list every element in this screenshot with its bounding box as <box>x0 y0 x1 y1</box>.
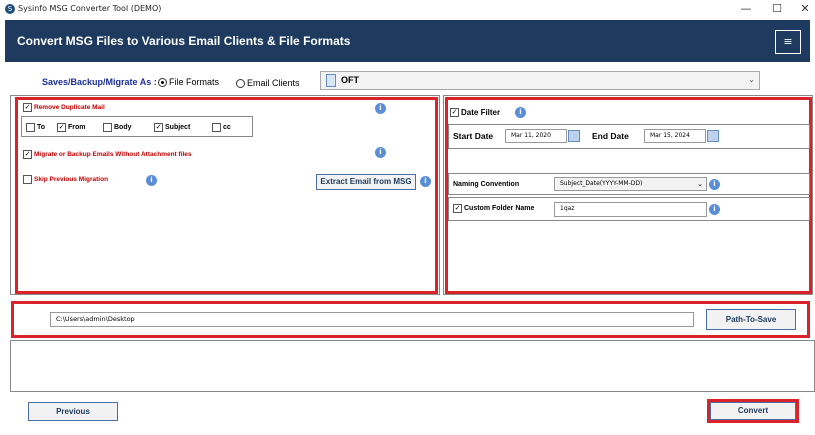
info-icon[interactable]: i <box>709 204 720 215</box>
path-input[interactable]: C:\Users\admin\Desktop <box>50 312 694 327</box>
start-date-input[interactable]: Mar 11, 2020 <box>505 129 567 143</box>
file-icon <box>326 74 336 87</box>
remove-duplicate-checkbox[interactable]: ✓ <box>23 103 32 112</box>
field-body-label: Body <box>114 124 132 131</box>
app-logo-icon: S <box>5 4 15 14</box>
info-icon[interactable]: i <box>375 103 386 114</box>
file-formats-label[interactable]: File Formats <box>169 77 219 87</box>
calendar-icon[interactable] <box>568 130 580 142</box>
skip-previous-label: Skip Previous Migration <box>34 176 109 183</box>
menu-icon: ≡ <box>783 35 793 48</box>
app-header: Convert MSG Files to Various Email Clien… <box>5 20 810 62</box>
hamburger-menu-button[interactable]: ≡ <box>775 30 801 54</box>
migrate-without-attachment-checkbox[interactable]: ✓ <box>23 150 32 159</box>
remove-duplicate-label: Remove Duplicate Mail <box>34 104 105 111</box>
chevron-down-icon: ⌄ <box>697 180 703 188</box>
info-icon[interactable]: i <box>515 107 526 118</box>
field-body-checkbox[interactable] <box>103 123 112 132</box>
end-date-label: End Date <box>592 131 629 141</box>
field-subject-label: Subject <box>165 124 191 131</box>
minimize-button[interactable]: — <box>736 2 756 16</box>
file-formats-radio[interactable] <box>158 78 167 87</box>
migrate-without-attachment-label: Migrate or Backup Emails Without Attachm… <box>34 151 192 158</box>
extract-email-button[interactable]: Extract Email from MSG <box>316 174 416 190</box>
field-to-label: To <box>37 124 46 131</box>
custom-folder-checkbox[interactable]: ✓ <box>453 204 462 213</box>
format-select[interactable]: OFT ⌄ <box>320 71 760 90</box>
info-icon[interactable]: i <box>709 179 720 190</box>
info-icon[interactable]: i <box>420 176 431 187</box>
email-clients-label[interactable]: Email Clients <box>247 78 300 88</box>
title-bar: S Sysinfo MSG Converter Tool (DEMO) — ☐ … <box>0 0 815 20</box>
start-date-label: Start Date <box>453 131 494 141</box>
chevron-down-icon: ⌄ <box>748 75 755 84</box>
custom-folder-label: Custom Folder Name <box>464 205 535 212</box>
close-button[interactable]: ✕ <box>795 2 815 16</box>
saves-label: Saves/Backup/Migrate As : <box>42 77 157 87</box>
field-cc-checkbox[interactable] <box>212 123 221 132</box>
skip-previous-checkbox[interactable] <box>23 175 32 184</box>
field-cc-label: cc <box>223 124 231 131</box>
naming-convention-value: Subject_Date(YYYY-MM-DD) <box>560 180 643 187</box>
end-date-input[interactable]: Mar 15, 2024 <box>644 129 706 143</box>
date-range-group <box>448 124 810 149</box>
info-icon[interactable]: i <box>375 147 386 158</box>
calendar-icon[interactable] <box>707 130 719 142</box>
previous-button[interactable]: Previous <box>28 402 118 421</box>
date-filter-label: Date Filter <box>461 108 501 117</box>
custom-folder-input[interactable]: 1qaz <box>554 202 707 217</box>
field-from-checkbox[interactable]: ✓ <box>57 123 66 132</box>
convert-button[interactable]: Convert <box>710 402 796 420</box>
naming-convention-label: Naming Convention <box>453 181 520 188</box>
log-area <box>10 340 815 392</box>
window-title: Sysinfo MSG Converter Tool (DEMO) <box>18 4 162 13</box>
email-clients-radio[interactable] <box>236 79 245 88</box>
field-subject-checkbox[interactable]: ✓ <box>154 123 163 132</box>
page-title: Convert MSG Files to Various Email Clien… <box>17 34 351 48</box>
naming-convention-select[interactable]: Subject_Date(YYYY-MM-DD) ⌄ <box>554 177 707 191</box>
date-filter-checkbox[interactable]: ✓ <box>450 108 459 117</box>
field-from-label: From <box>68 124 86 131</box>
path-to-save-button[interactable]: Path-To-Save <box>706 309 796 330</box>
field-to-checkbox[interactable] <box>26 123 35 132</box>
info-icon[interactable]: i <box>146 175 157 186</box>
maximize-button[interactable]: ☐ <box>767 2 787 16</box>
format-select-value: OFT <box>341 75 359 85</box>
